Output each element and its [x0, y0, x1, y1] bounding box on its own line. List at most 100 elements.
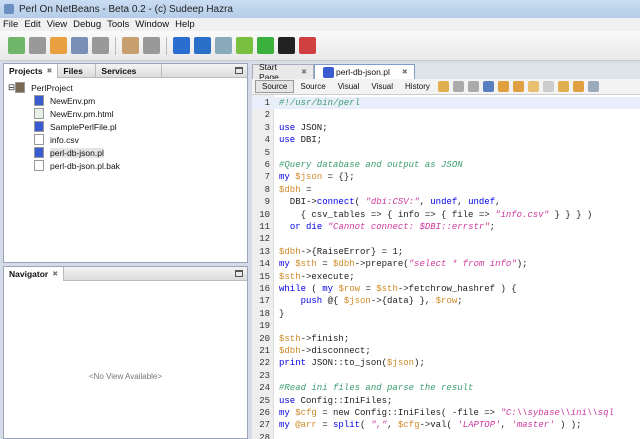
run-perl-icon[interactable] [194, 37, 211, 54]
code-token-pl: ->finish; [300, 333, 350, 344]
code-token-pl: ->{RaiseError} = 1; [300, 246, 404, 257]
open-project-icon[interactable] [50, 37, 67, 54]
find-icon[interactable] [482, 81, 494, 92]
tab-services[interactable]: Services [96, 63, 163, 78]
new-project-icon[interactable] [29, 37, 46, 54]
code-token-cm: #Query database and output as JSON [279, 160, 463, 170]
title-bar: Perl On NetBeans - Beta 0.2 - (c) Sudeep… [0, 0, 640, 18]
menu-tools[interactable]: Tools [107, 19, 129, 30]
project-name: PerlProject [31, 82, 73, 93]
perl-file-icon [323, 66, 334, 78]
menu-view[interactable]: View [47, 19, 67, 30]
last-edit-icon[interactable] [437, 81, 449, 92]
code-line: 22 print JSON::to_json($json); [252, 357, 640, 369]
menu-file[interactable]: File [3, 19, 18, 30]
open-file-icon[interactable] [71, 37, 88, 54]
deploy-icon[interactable] [215, 37, 232, 54]
line-number: 9 [264, 197, 270, 208]
redo-icon[interactable] [143, 37, 160, 54]
save-all-icon[interactable] [92, 37, 109, 54]
tab-files[interactable]: Files [58, 63, 97, 78]
code-line: 27 my @arr = split( ",", $cfg->val( 'LAPT… [252, 419, 640, 431]
code-token-pl: JSON::to_json( [306, 358, 388, 369]
tree-node-file[interactable]: NewEnv.pm.html [8, 107, 243, 120]
find-prev-icon[interactable] [497, 81, 509, 92]
code-line: 15 $sth->execute; [252, 271, 640, 283]
close-icon[interactable]: ✖ [52, 270, 58, 278]
code-token-kw: print [279, 358, 307, 369]
code-token-pl: ; [457, 296, 463, 307]
find-next-icon[interactable] [512, 81, 524, 92]
tree-node-file[interactable]: info.csv [8, 133, 243, 146]
next-bookmark-icon[interactable] [572, 81, 584, 92]
code-token-var: $dbh [279, 246, 301, 257]
rect-select-icon[interactable] [542, 81, 554, 92]
file-name: NewEnv.pm [50, 95, 96, 106]
file-icon [34, 95, 44, 106]
code-text: $sth->finish; [279, 333, 349, 345]
new-file-icon[interactable] [8, 37, 25, 54]
tab-projects[interactable]: Projects ✖ [4, 63, 59, 78]
view-history-button[interactable]: History [399, 80, 436, 93]
tab-navigator[interactable]: Navigator ✖ [4, 266, 65, 281]
module-icon[interactable] [173, 37, 190, 54]
view-visual-button[interactable]: Visual [332, 80, 366, 93]
toggle-bookmark-icon[interactable] [587, 81, 599, 92]
toggle-highlight-icon[interactable] [527, 81, 539, 92]
minimize-icon[interactable] [235, 67, 243, 74]
minimize-icon[interactable] [235, 270, 243, 277]
tree-node-file[interactable]: SamplePerlFile.pl [8, 120, 243, 133]
back-icon[interactable] [452, 81, 464, 92]
build-icon[interactable] [236, 37, 253, 54]
line-number: 28 [259, 432, 270, 439]
tree-node-file[interactable]: NewEnv.pm [8, 94, 243, 107]
tab-label: Files [63, 65, 83, 76]
menu-debug[interactable]: Debug [73, 19, 101, 30]
code-text: #Read ini files and parse the result [279, 382, 473, 394]
code-token-str: "select * from info" [408, 259, 517, 270]
tree-node-file[interactable]: perl-db-json.pl [8, 146, 243, 159]
file-icon [34, 134, 44, 145]
tree-node-file[interactable]: perl-db-json.pl.bak [8, 159, 243, 172]
tree-node-project[interactable]: ⊟ PerlProject [8, 81, 243, 94]
view-visual-button[interactable]: Visual [365, 80, 399, 93]
terminal-icon[interactable] [278, 37, 295, 54]
line-number: 16 [259, 284, 270, 294]
run-icon[interactable] [257, 37, 274, 54]
tab-label: Services [101, 65, 137, 76]
close-icon[interactable]: ✖ [47, 67, 53, 75]
menu-help[interactable]: Help [175, 19, 195, 30]
code-token-pl: ->fetchrow_hashref ) { [397, 284, 517, 294]
line-number: 10 [259, 209, 270, 220]
tab-start-page[interactable]: Start Page ✖ [252, 62, 314, 82]
expand-icon[interactable]: ⊟ [8, 82, 15, 93]
code-line: 4 use DBI; [252, 134, 640, 146]
prev-bookmark-icon[interactable] [557, 81, 569, 92]
line-number: 5 [264, 147, 270, 158]
line-number: 19 [259, 321, 270, 332]
library-icon[interactable] [299, 37, 316, 54]
toolbar-separator [115, 36, 116, 55]
close-icon[interactable]: ✖ [402, 68, 408, 76]
code-line: 21 $dbh->disconnect; [252, 345, 640, 357]
code-text: DBI->connect( "dbi:CSV:", undef, undef, [279, 196, 501, 208]
code-token-pl: Config::IniFiles; [295, 395, 393, 406]
code-token-cm: #!/usr/bin/perl [279, 98, 361, 108]
code-line: 11 or die "Cannot connect: $DBI::errstr"… [252, 221, 640, 233]
view-source-button[interactable]: Source [294, 80, 331, 93]
code-token-pl: JSON; [295, 122, 328, 133]
projects-panel: Projects ✖ Files Services ⊟ PerlProject NewE… [3, 63, 248, 263]
view-source-button[interactable]: Source [255, 80, 295, 93]
code-token-kw: use [279, 135, 296, 146]
code-token-str: 'master' [511, 420, 555, 431]
line-number: 2 [264, 110, 270, 121]
menu-edit[interactable]: Edit [24, 19, 40, 30]
menu-window[interactable]: Window [135, 19, 169, 30]
undo-icon[interactable] [122, 37, 139, 54]
close-icon[interactable]: ✖ [301, 68, 307, 76]
line-number: 15 [259, 271, 270, 282]
forward-icon[interactable] [467, 81, 479, 92]
code-editor[interactable]: 1 #!/usr/bin/perl 2 3 use JSON; 4 use DBI; 5 6 #Q… [252, 95, 640, 439]
tab-perl-db-json[interactable]: perl-db-json.pl ✖ [314, 64, 415, 79]
code-token-pl: = [316, 420, 334, 431]
